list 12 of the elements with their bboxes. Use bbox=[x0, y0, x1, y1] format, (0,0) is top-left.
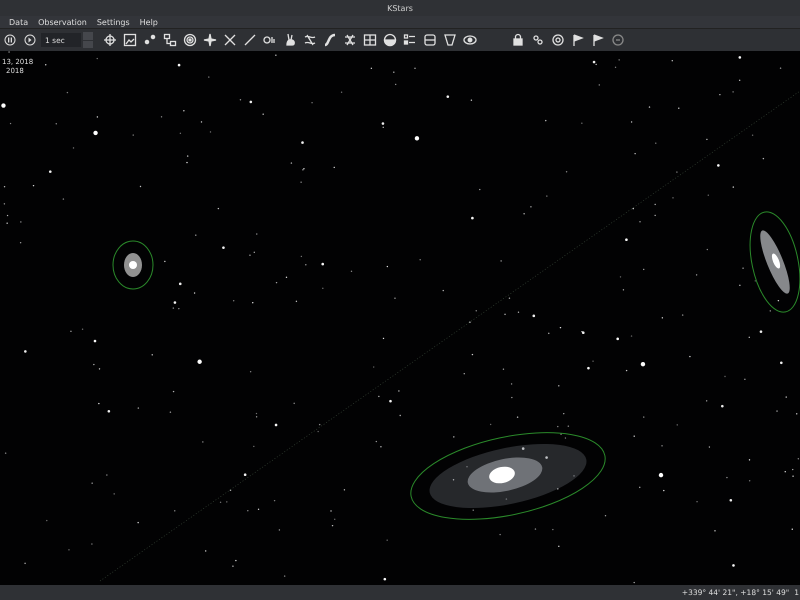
menu-item[interactable]: Observation bbox=[38, 18, 87, 26]
menu-item[interactable]: Help bbox=[140, 18, 158, 26]
target-icon[interactable] bbox=[181, 31, 199, 49]
image-icon[interactable] bbox=[121, 31, 139, 49]
menu-item[interactable]: Data bbox=[9, 18, 28, 26]
menu-item[interactable]: Settings bbox=[96, 18, 130, 26]
galaxy-drawing bbox=[112, 240, 154, 290]
center-icon[interactable] bbox=[101, 31, 119, 49]
star-icon[interactable] bbox=[201, 31, 219, 49]
nodes-icon[interactable] bbox=[161, 31, 179, 49]
window-title: KStars bbox=[387, 4, 413, 12]
bowl-icon[interactable] bbox=[381, 31, 399, 49]
